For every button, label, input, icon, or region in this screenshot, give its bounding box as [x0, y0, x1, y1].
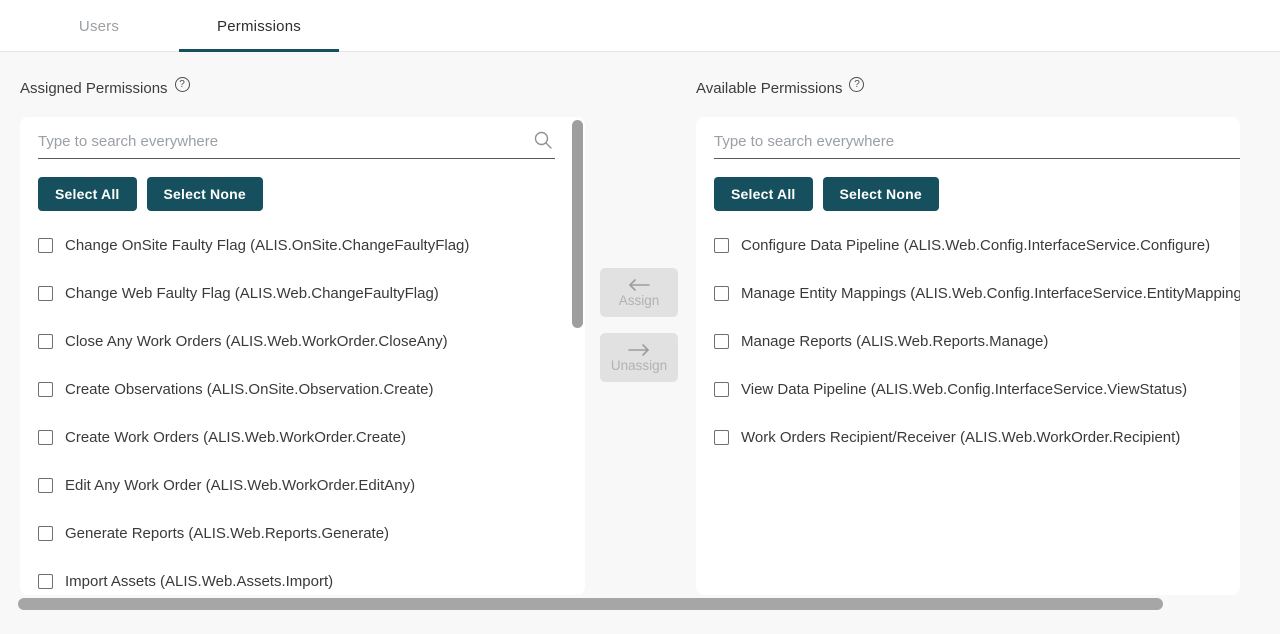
select-none-button[interactable]: Select None: [823, 177, 939, 211]
permission-row[interactable]: Close Any Work Orders (ALIS.Web.WorkOrde…: [20, 317, 585, 365]
permission-checkbox[interactable]: [714, 382, 729, 397]
permission-label: Edit Any Work Order (ALIS.Web.WorkOrder.…: [65, 477, 415, 494]
permission-checkbox[interactable]: [38, 382, 53, 397]
vertical-scrollbar-thumb[interactable]: [572, 120, 583, 328]
help-icon[interactable]: ?: [849, 77, 864, 92]
permission-label: Generate Reports (ALIS.Web.Reports.Gener…: [65, 525, 389, 542]
arrow-right-icon: [626, 343, 652, 357]
available-search-wrap: [714, 129, 1240, 159]
permission-row[interactable]: Create Observations (ALIS.OnSite.Observa…: [20, 365, 585, 413]
assign-button[interactable]: Assign: [600, 268, 678, 317]
search-icon: [533, 130, 553, 150]
permission-label: Work Orders Recipient/Receiver (ALIS.Web…: [741, 429, 1180, 446]
permission-checkbox[interactable]: [38, 286, 53, 301]
assigned-search-wrap: [38, 129, 555, 159]
permission-label: Create Observations (ALIS.OnSite.Observa…: [65, 381, 434, 398]
permission-checkbox[interactable]: [38, 430, 53, 445]
permission-label: Create Work Orders (ALIS.Web.WorkOrder.C…: [65, 429, 406, 446]
permission-checkbox[interactable]: [38, 574, 53, 589]
assigned-permissions-title-text: Assigned Permissions: [20, 80, 168, 97]
permission-row[interactable]: Manage Entity Mappings (ALIS.Web.Config.…: [696, 269, 1240, 317]
permission-label: Change OnSite Faulty Flag (ALIS.OnSite.C…: [65, 237, 469, 254]
permission-label: Close Any Work Orders (ALIS.Web.WorkOrde…: [65, 333, 448, 350]
available-permissions-title-text: Available Permissions: [696, 80, 842, 97]
permission-checkbox[interactable]: [714, 430, 729, 445]
permission-checkbox[interactable]: [714, 238, 729, 253]
permission-checkbox[interactable]: [38, 238, 53, 253]
permission-row[interactable]: Create Work Orders (ALIS.Web.WorkOrder.C…: [20, 413, 585, 461]
permission-label: Configure Data Pipeline (ALIS.Web.Config…: [741, 237, 1210, 254]
unassign-button[interactable]: Unassign: [600, 333, 678, 382]
assigned-button-row: Select All Select None: [38, 177, 263, 211]
active-tab-indicator: [179, 49, 339, 52]
permission-label: View Data Pipeline (ALIS.Web.Config.Inte…: [741, 381, 1187, 398]
arrow-left-icon: [626, 278, 652, 292]
permission-row[interactable]: Import Assets (ALIS.Web.Assets.Import): [20, 557, 585, 595]
unassign-button-label: Unassign: [611, 358, 667, 373]
available-permissions-title: Available Permissions ?: [696, 79, 864, 97]
permission-row[interactable]: View Data Pipeline (ALIS.Web.Config.Inte…: [696, 365, 1240, 413]
permission-row[interactable]: Generate Reports (ALIS.Web.Reports.Gener…: [20, 509, 585, 557]
permission-row[interactable]: Configure Data Pipeline (ALIS.Web.Config…: [696, 221, 1240, 269]
permission-checkbox[interactable]: [38, 526, 53, 541]
tab-permissions-label: Permissions: [217, 18, 301, 35]
permission-label: Change Web Faulty Flag (ALIS.Web.ChangeF…: [65, 285, 439, 302]
available-search-input[interactable]: [714, 129, 1240, 159]
available-button-row: Select All Select None: [714, 177, 939, 211]
tab-permissions[interactable]: Permissions: [179, 0, 339, 52]
available-permission-list: Configure Data Pipeline (ALIS.Web.Config…: [696, 221, 1240, 461]
help-icon[interactable]: ?: [175, 77, 190, 92]
permission-label: Manage Reports (ALIS.Web.Reports.Manage): [741, 333, 1048, 350]
tab-users-label: Users: [79, 18, 119, 35]
permission-label: Manage Entity Mappings (ALIS.Web.Config.…: [741, 285, 1240, 302]
permission-checkbox[interactable]: [38, 478, 53, 493]
permission-row[interactable]: Manage Reports (ALIS.Web.Reports.Manage): [696, 317, 1240, 365]
available-permissions-panel: Select All Select None Configure Data Pi…: [696, 117, 1240, 595]
select-all-button[interactable]: Select All: [38, 177, 137, 211]
assigned-permissions-title: Assigned Permissions ?: [20, 79, 190, 97]
assigned-search-input[interactable]: [38, 129, 555, 159]
permission-checkbox[interactable]: [714, 334, 729, 349]
permission-checkbox[interactable]: [38, 334, 53, 349]
tab-bar: Users Permissions: [0, 0, 1280, 52]
assigned-permission-list: Change OnSite Faulty Flag (ALIS.OnSite.C…: [20, 221, 585, 595]
horizontal-scrollbar-thumb[interactable]: [18, 598, 1163, 610]
permission-row[interactable]: Change Web Faulty Flag (ALIS.Web.ChangeF…: [20, 269, 585, 317]
tab-users[interactable]: Users: [19, 0, 179, 52]
permission-label: Import Assets (ALIS.Web.Assets.Import): [65, 573, 333, 590]
assigned-permissions-panel: Select All Select None Change OnSite Fau…: [20, 117, 585, 595]
permission-row[interactable]: Edit Any Work Order (ALIS.Web.WorkOrder.…: [20, 461, 585, 509]
assign-button-label: Assign: [619, 293, 660, 308]
select-none-button[interactable]: Select None: [147, 177, 263, 211]
select-all-button[interactable]: Select All: [714, 177, 813, 211]
permission-row[interactable]: Change OnSite Faulty Flag (ALIS.OnSite.C…: [20, 221, 585, 269]
permission-checkbox[interactable]: [714, 286, 729, 301]
permission-row[interactable]: Work Orders Recipient/Receiver (ALIS.Web…: [696, 413, 1240, 461]
